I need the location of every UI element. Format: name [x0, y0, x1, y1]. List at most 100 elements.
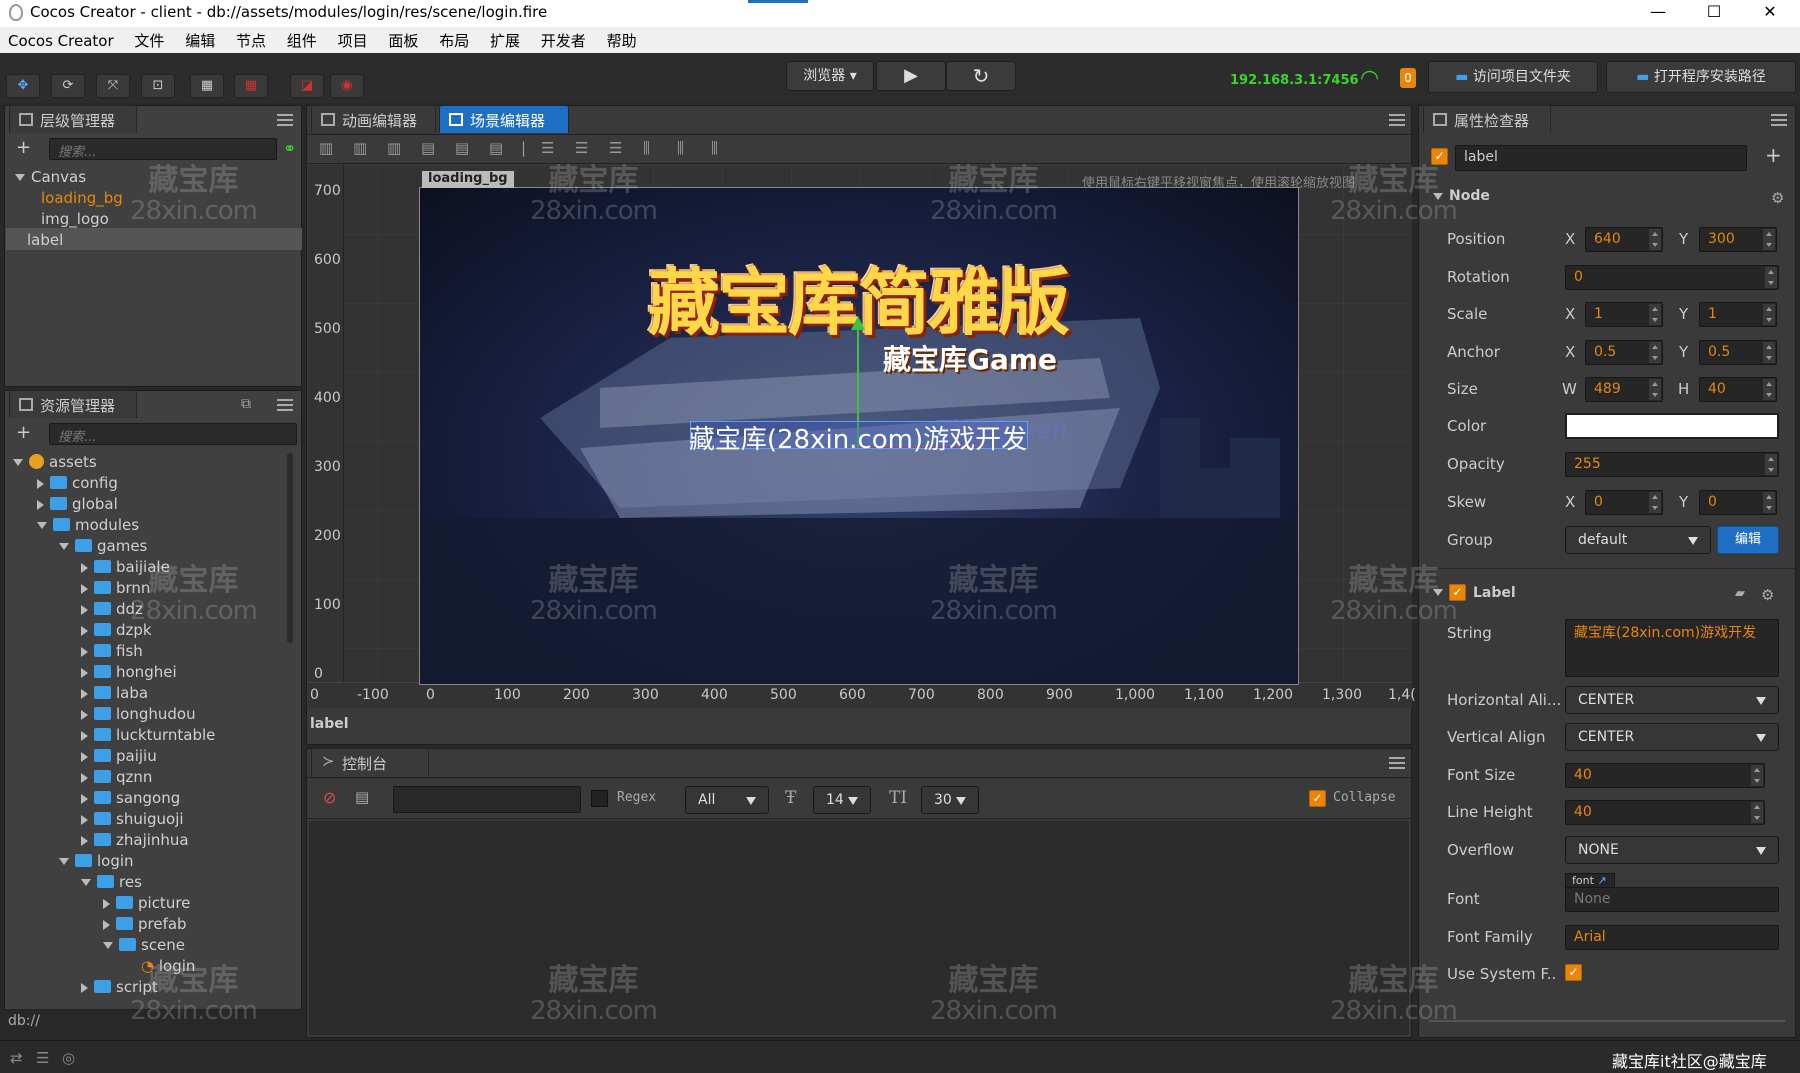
hierarchy-search-input[interactable]: 搜索... — [49, 138, 277, 160]
align-left-icon[interactable]: ▤ — [421, 139, 435, 157]
menu-file[interactable]: 文件 — [126, 27, 172, 54]
align-top-icon[interactable]: ▥ — [319, 139, 333, 157]
align-vcenter-icon[interactable]: ▥ — [353, 139, 367, 157]
tree-item[interactable]: dzpk — [81, 621, 152, 639]
skew-x-input[interactable]: 0 — [1585, 490, 1663, 515]
tree-item[interactable]: modules — [37, 516, 139, 534]
group-edit-button[interactable]: 编辑 — [1717, 526, 1779, 554]
tree-item[interactable]: baijiale — [81, 558, 170, 576]
font-size-select[interactable]: 14 — [813, 786, 871, 814]
tree-item[interactable]: longhudou — [81, 705, 196, 723]
tree-item[interactable]: sangong — [81, 789, 180, 807]
rotation-input[interactable]: 0 — [1565, 265, 1779, 290]
console-menu-icon[interactable] — [1389, 757, 1405, 769]
string-textarea[interactable]: 藏宝库(28xin.com)游戏开发 — [1565, 619, 1779, 677]
line-height-input[interactable]: 40 — [1565, 800, 1765, 825]
anchor-x-input[interactable]: 0.5 — [1585, 340, 1663, 365]
font-family-input[interactable]: Arial — [1565, 925, 1779, 950]
tree-item[interactable]: zhajinhua — [81, 831, 189, 849]
tab-scene-editor[interactable]: 场景编辑器 — [439, 105, 569, 133]
tree-item[interactable]: global — [37, 495, 118, 513]
menu-project[interactable]: 项目 — [330, 27, 376, 54]
tree-item[interactable]: scene — [103, 936, 185, 954]
position-y-input[interactable]: 300 — [1699, 227, 1777, 252]
add-component-icon[interactable]: + — [1765, 143, 1782, 167]
assets-search-input[interactable]: 搜索... — [49, 423, 297, 445]
notification-badge[interactable]: 0 — [1400, 68, 1416, 88]
scale-x-input[interactable]: 1 — [1585, 302, 1663, 327]
tree-item[interactable]: laba — [81, 684, 148, 702]
size-w-input[interactable]: 489 — [1585, 377, 1663, 402]
tree-item[interactable]: prefab — [103, 915, 187, 933]
menu-help[interactable]: 帮助 — [599, 27, 645, 54]
distribute-vcenter-icon[interactable]: ☰ — [575, 139, 588, 157]
maximize-button[interactable]: ☐ — [1686, 0, 1742, 27]
tab-animation-editor[interactable]: 动画编辑器 — [311, 105, 436, 133]
halign-select[interactable]: CENTER — [1565, 686, 1779, 714]
align-bottom-icon[interactable]: ▥ — [387, 139, 401, 157]
label-enabled-checkbox[interactable]: ✓ — [1449, 584, 1466, 601]
menu-developer[interactable]: 开发者 — [533, 27, 594, 54]
tree-item[interactable]: picture — [103, 894, 190, 912]
line-height-select[interactable]: 30 — [921, 786, 979, 814]
scale-tool-icon[interactable]: ⤧ — [96, 74, 130, 98]
distribute-top-icon[interactable]: ☰ — [541, 139, 554, 157]
tab-inspector[interactable]: 属性检查器 — [1423, 105, 1551, 133]
link-icon[interactable]: ⚭ — [283, 139, 296, 158]
menu-component[interactable]: 组件 — [279, 27, 325, 54]
expand-icon[interactable] — [15, 174, 25, 181]
menu-cocos[interactable]: Cocos Creator — [0, 29, 122, 53]
add-node-icon[interactable]: + — [16, 137, 31, 158]
popout-icon[interactable]: ⧉ — [241, 396, 251, 412]
sync-icon[interactable]: ⇄ — [10, 1049, 23, 1067]
menu-extension[interactable]: 扩展 — [482, 27, 528, 54]
opacity-input[interactable]: 255 — [1565, 452, 1779, 477]
open-project-folder-button[interactable]: ▬ 访问项目文件夹 — [1428, 61, 1598, 93]
tree-item[interactable]: qznn — [81, 768, 152, 786]
align-right-icon[interactable]: ▤ — [489, 139, 503, 157]
link-icon[interactable]: ↗ — [1597, 874, 1606, 887]
tree-item[interactable]: script — [81, 978, 158, 996]
move-tool-icon[interactable]: ✥ — [6, 74, 40, 98]
size-h-input[interactable]: 40 — [1699, 377, 1777, 402]
tree-item[interactable]: honghei — [81, 663, 177, 681]
menu-edit[interactable]: 编辑 — [177, 27, 223, 54]
tree-item-loading-bg[interactable]: loading_bg — [41, 189, 123, 207]
database-icon[interactable]: ☰ — [36, 1049, 49, 1067]
label-node-text[interactable]: 藏宝库(28xin.com)游戏开发 — [688, 419, 1028, 456]
tree-item[interactable]: res — [81, 873, 142, 891]
scrollbar[interactable] — [287, 453, 293, 643]
distribute-left-icon[interactable]: ⫼ — [643, 139, 650, 157]
component-settings-icon[interactable]: ⚙ — [1761, 586, 1774, 604]
font-size-input[interactable]: 40 — [1565, 763, 1765, 788]
clear-icon[interactable]: ⊘ — [323, 788, 336, 807]
node-section-header[interactable]: Node — [1433, 188, 1490, 204]
distribute-bottom-icon[interactable]: ☰ — [609, 139, 622, 157]
regex-checkbox[interactable] — [591, 790, 608, 807]
menu-layout[interactable]: 布局 — [431, 27, 477, 54]
color-swatch[interactable] — [1565, 413, 1779, 439]
gizmo-icon[interactable]: ◉ — [330, 74, 364, 98]
collapse-checkbox[interactable]: ✓ — [1309, 790, 1326, 807]
node-name-input[interactable]: label — [1455, 145, 1747, 171]
position-x-input[interactable]: 640 — [1585, 227, 1663, 252]
node-active-checkbox[interactable]: ✓ — [1431, 148, 1448, 165]
close-button[interactable]: ✕ — [1742, 0, 1798, 27]
eye-icon[interactable]: ◎ — [62, 1049, 75, 1067]
menu-panel[interactable]: 面板 — [380, 27, 426, 54]
anchor-y-input[interactable]: 0.5 — [1699, 340, 1777, 365]
rect-tool-icon[interactable]: ⊡ — [141, 74, 175, 98]
pivot-icon[interactable]: ◪ — [290, 74, 324, 98]
tree-item[interactable]: paijiu — [81, 747, 157, 765]
group-select[interactable]: default — [1565, 526, 1711, 554]
log-file-icon[interactable]: ▤ — [355, 788, 369, 806]
tree-item[interactable]: config — [37, 474, 118, 492]
tree-item[interactable]: assets — [13, 453, 97, 471]
label-section-header[interactable] — [1433, 584, 1449, 600]
console-filter-input[interactable] — [393, 786, 581, 813]
tree-item[interactable]: shuiguoji — [81, 810, 184, 828]
tree-item[interactable]: fish — [81, 642, 143, 660]
tree-item[interactable]: brnn — [81, 579, 150, 597]
valign-select[interactable]: CENTER — [1565, 723, 1779, 751]
console-output[interactable] — [309, 821, 1409, 1035]
